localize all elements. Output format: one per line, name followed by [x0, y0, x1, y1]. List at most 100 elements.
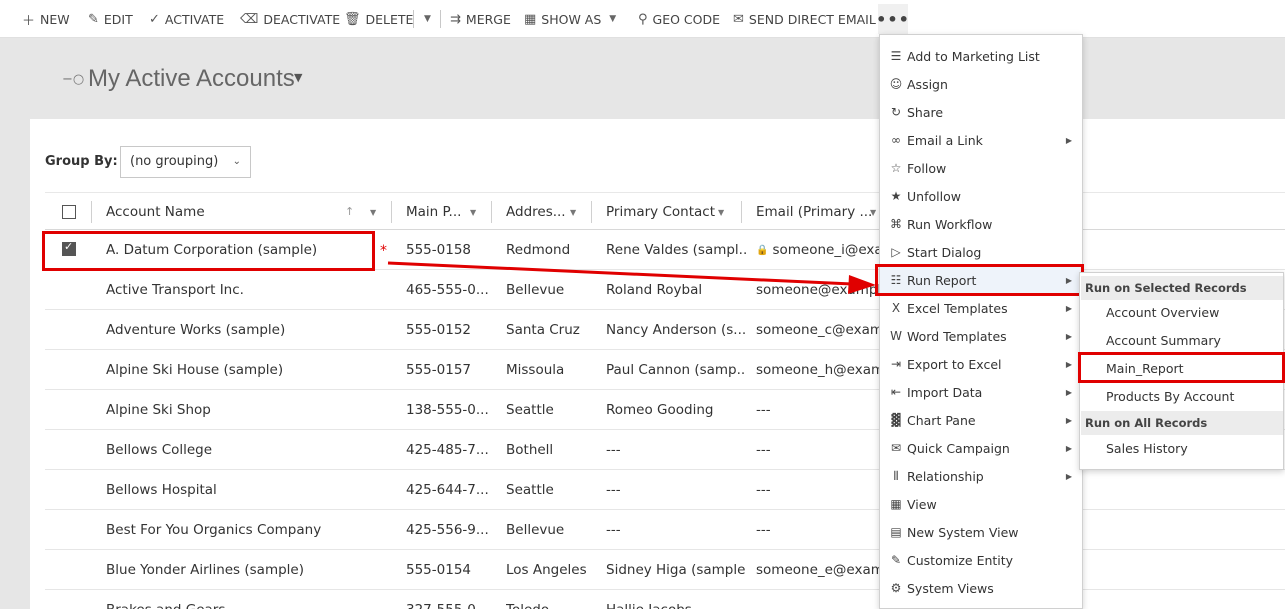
cell-name[interactable]: Active Transport Inc. [106, 270, 386, 310]
cell-email[interactable]: --- [756, 510, 881, 550]
delete-dropdown-button[interactable]: ▼ [421, 0, 431, 38]
merge-icon: ⇉ [450, 11, 461, 27]
cell-name[interactable]: Adventure Works (sample) [106, 310, 386, 350]
cell-text: 555-0154 [406, 562, 471, 578]
column-menu-icon[interactable]: ▼ [718, 208, 724, 217]
table-row[interactable]: Best For You Organics Company 425-556-9..… [45, 510, 1285, 550]
column-header-address[interactable]: Addres... [506, 193, 566, 231]
cell-contact[interactable]: Roland Roybal [606, 270, 746, 310]
chevron-right-icon: ▶ [1065, 387, 1072, 397]
cell-city: Seattle [506, 390, 601, 430]
cell-contact[interactable]: Paul Cannon (samp... [606, 350, 746, 390]
cell-email[interactable]: someone@exampl... [756, 270, 881, 310]
table-row[interactable]: Brakes and Gears 327-555-0... Toledo Hallie… [45, 590, 1285, 609]
cell-contact[interactable]: --- [606, 470, 746, 510]
activate-button[interactable]: ✓ ACTIVATE [149, 0, 224, 38]
cell-contact[interactable]: Nancy Anderson (s... [606, 310, 746, 350]
cell-contact[interactable]: Sidney Higa (sample) [606, 550, 746, 590]
cell-phone: 555-0157 [406, 350, 501, 390]
cell-text: Los Angeles [506, 562, 587, 578]
cell-name[interactable]: Bellows Hospital [106, 470, 386, 510]
chevron-down-icon[interactable]: ▼ [294, 71, 302, 84]
select-all-checkbox[interactable] [62, 205, 76, 219]
delete-button[interactable]: 🗑 DELETE [344, 0, 413, 38]
menu-item-customize-entity[interactable]: ✎ Customize Entity [880, 546, 1084, 574]
cell-email[interactable]: someone_c@exam... [756, 310, 881, 350]
table-row[interactable]: Blue Yonder Airlines (sample) 555-0154 Los… [45, 550, 1285, 590]
submenu-item-account-overview[interactable]: Account Overview [1106, 299, 1219, 325]
menu-item-system-views[interactable]: ⚙ System Views [880, 574, 1084, 602]
group-by-label: Group By: [45, 154, 118, 169]
menu-item-word-templates[interactable]: W Word Templates ▶ [880, 322, 1084, 350]
menu-item-view[interactable]: ▦ View [880, 490, 1084, 518]
menu-item-label: Run Workflow [907, 216, 993, 232]
submenu-item-sales-history[interactable]: Sales History [1106, 435, 1188, 461]
table-row[interactable]: Bellows Hospital 425-644-7... Seattle --- --… [45, 470, 1285, 510]
cell-email[interactable]: 🔒someone_i@exa... [756, 230, 881, 270]
column-menu-icon[interactable]: ▼ [570, 208, 576, 217]
edit-button[interactable]: ✎ EDIT [88, 0, 133, 38]
pin-icon[interactable]: −○ [62, 72, 84, 87]
cell-email[interactable]: --- [756, 430, 881, 470]
menu-item-new-system-view[interactable]: ▤ New System View [880, 518, 1084, 546]
menu-item-add-to-marketing-list[interactable]: ☰ Add to Marketing List [880, 42, 1084, 70]
menu-item-label: Chart Pane [907, 412, 976, 428]
cell-contact[interactable]: Rene Valdes (sampl... [606, 230, 746, 270]
column-separator [741, 201, 742, 223]
cell-name[interactable]: Best For You Organics Company [106, 510, 386, 550]
menu-item-assign[interactable]: ☺ Assign [880, 70, 1084, 98]
menu-item-import-data[interactable]: ⇤ Import Data ▶ [880, 378, 1084, 406]
cell-contact[interactable]: --- [606, 510, 746, 550]
column-menu-icon[interactable]: ▼ [470, 208, 476, 217]
menu-item-unfollow[interactable]: ★ Unfollow [880, 182, 1084, 210]
menu-item-start-dialog[interactable]: ▷ Start Dialog [880, 238, 1084, 266]
cell-email[interactable]: someone_e@exam... [756, 550, 881, 590]
column-header-account-name[interactable]: Account Name [106, 193, 205, 231]
menu-item-chart-pane[interactable]: ▓ Chart Pane ▶ [880, 406, 1084, 434]
more-commands-button[interactable]: ••• [876, 4, 909, 34]
menu-item-relationship[interactable]: ⫴ Relationship ▶ [880, 462, 1084, 490]
cell-text: 425-644-7... [406, 482, 489, 498]
export-excel-icon: ⇥ [890, 357, 902, 371]
column-header-main-phone[interactable]: Main P... [406, 193, 461, 231]
deactivate-button[interactable]: ⌫ DEACTIVATE [240, 0, 340, 38]
group-by-select[interactable]: (no grouping) ⌄ [120, 146, 251, 178]
menu-item-label: Add to Marketing List [907, 48, 1040, 64]
menu-item-excel-templates[interactable]: X Excel Templates ▶ [880, 294, 1084, 322]
column-header-email[interactable]: Email (Primary ... [756, 193, 872, 231]
cell-name[interactable]: Blue Yonder Airlines (sample) [106, 550, 386, 590]
merge-button[interactable]: ⇉ MERGE [450, 0, 511, 38]
show-as-button[interactable]: ▦ SHOW AS ▼ [524, 0, 616, 38]
cell-email[interactable]: someone_h@exam... [756, 350, 881, 390]
cell-email[interactable] [756, 590, 881, 609]
menu-item-run-workflow[interactable]: ⌘ Run Workflow [880, 210, 1084, 238]
column-menu-icon[interactable]: ▼ [370, 208, 376, 217]
page-title[interactable]: My Active Accounts [88, 65, 295, 93]
new-button[interactable]: ＋ NEW [22, 0, 70, 38]
submenu-item-products-by-account[interactable]: Products By Account [1106, 383, 1234, 409]
column-separator [91, 201, 92, 223]
menu-item-share[interactable]: ↻ Share [880, 98, 1084, 126]
cell-name[interactable]: Alpine Ski House (sample) [106, 350, 386, 390]
cell-contact[interactable]: Hallie Jacobs [606, 590, 746, 609]
cell-phone: 327-555-0... [406, 590, 501, 609]
submenu-item-account-summary[interactable]: Account Summary [1106, 327, 1221, 353]
cell-email[interactable]: --- [756, 390, 881, 430]
send-direct-email-button[interactable]: ✉ SEND DIRECT EMAIL [733, 0, 876, 38]
column-menu-icon[interactable]: ▼ [870, 208, 876, 217]
cell-name[interactable]: Brakes and Gears [106, 590, 386, 609]
cell-contact[interactable]: --- [606, 430, 746, 470]
cell-text: 425-556-9... [406, 522, 489, 538]
assign-icon: ☺ [889, 77, 903, 91]
cell-name[interactable]: Bellows College [106, 430, 386, 470]
menu-item-export-to-excel[interactable]: ⇥ Export to Excel ▶ [880, 350, 1084, 378]
sort-ascending-icon[interactable]: ↑ [345, 205, 354, 218]
menu-item-email-a-link[interactable]: ∞ Email a Link ▶ [880, 126, 1084, 154]
geo-code-button[interactable]: ⚲ GEO CODE [638, 0, 720, 38]
cell-email[interactable]: --- [756, 470, 881, 510]
menu-item-quick-campaign[interactable]: ✉ Quick Campaign ▶ [880, 434, 1084, 462]
cell-contact[interactable]: Romeo Gooding [606, 390, 746, 430]
cell-name[interactable]: Alpine Ski Shop [106, 390, 386, 430]
menu-item-follow[interactable]: ☆ Follow [880, 154, 1084, 182]
column-header-primary-contact[interactable]: Primary Contact [606, 193, 715, 231]
